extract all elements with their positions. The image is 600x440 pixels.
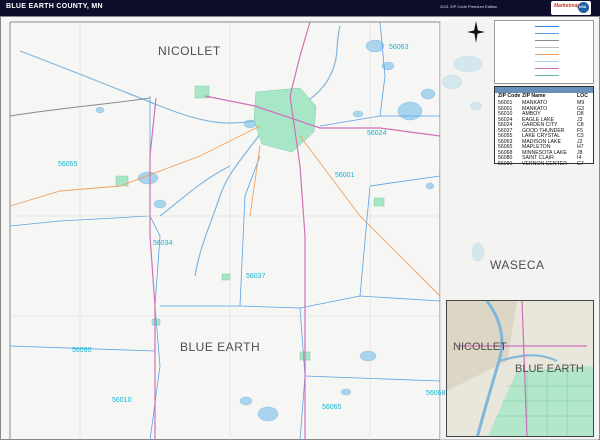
legend-row: [497, 52, 591, 57]
zip-label: 56055: [58, 161, 78, 168]
zip-table-col-zip: ZIP Code: [498, 93, 521, 99]
county-label-blue-earth: BLUE EARTH: [180, 340, 261, 354]
zip-label: 56024: [367, 130, 387, 137]
zip-table-col-name: ZIP Name: [522, 93, 546, 99]
highways: [149, 21, 441, 440]
map-title: BLUE EARTH COUNTY, MN: [6, 3, 103, 10]
title-bar: BLUE EARTH COUNTY, MN 2021 ZIP Code Prem…: [0, 0, 600, 16]
legend-row: [497, 73, 591, 78]
inset-label-nicollet: NICOLLET: [453, 341, 507, 353]
zip-label: 56001: [335, 172, 355, 179]
compass-rose-icon: [467, 21, 485, 43]
inset-label-blue-earth: BLUE EARTH: [515, 363, 584, 375]
county-label-nicollet: NICOLLET: [158, 44, 221, 58]
county-roads: [9, 125, 441, 297]
zip-label: 56034: [153, 240, 173, 247]
inset-map[interactable]: NICOLLET BLUE EARTH: [446, 300, 594, 437]
map-frame: BLUE EARTH COUNTY, MN 2021 ZIP Code Prem…: [0, 0, 600, 440]
legend-row: [497, 31, 591, 36]
zip-label: 56068: [426, 390, 446, 397]
brand-logo: Marketmaps USA: [551, 1, 591, 15]
edition-label: 2021 ZIP Code Premium Edition: [440, 4, 498, 9]
table-row: 56090 VERNON CENTER C7: [498, 160, 584, 167]
zip-code-table: ZIP Code ZIP Name LOC 56001 MANKATO M9 560…: [494, 86, 594, 167]
logo-badge-icon: USA: [578, 2, 589, 13]
zip-table-col-loc: LOC: [577, 93, 588, 99]
zip-label: 56063: [389, 44, 409, 51]
zip-label: 56090: [72, 347, 92, 354]
legend-row: [497, 45, 591, 50]
county-label-waseca: WASECA: [490, 258, 545, 272]
zip-label: 56065: [322, 404, 342, 411]
legend-row: [497, 59, 591, 64]
zip-label: 56010: [112, 397, 132, 404]
legend-row: [497, 66, 591, 71]
legend-row: [497, 38, 591, 43]
legend-row: [497, 24, 591, 29]
zip-label: 56037: [246, 273, 266, 280]
map-legend: [494, 20, 594, 84]
